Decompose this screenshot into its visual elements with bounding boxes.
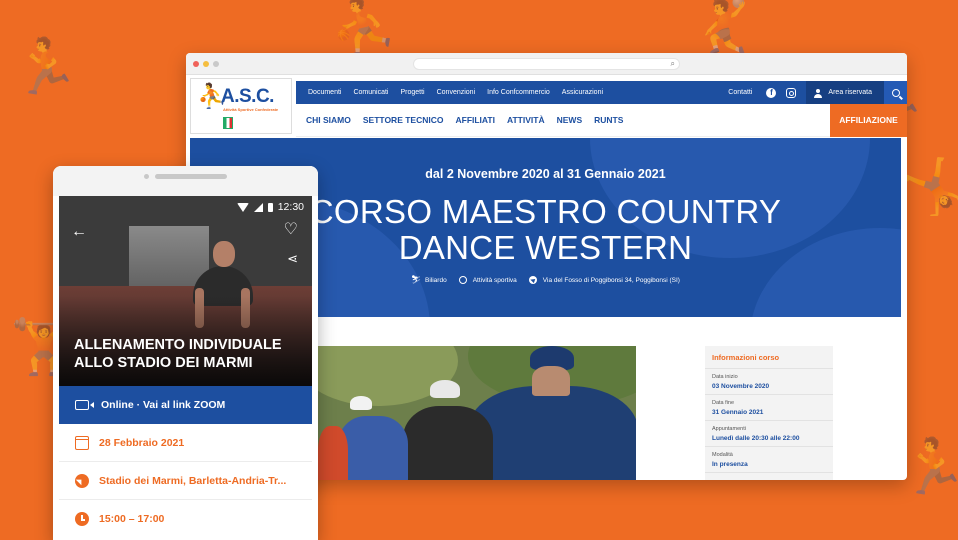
info-label: Data inizio (712, 374, 738, 380)
info-label: Appuntamenti (712, 426, 746, 432)
minimize-window-dot[interactable] (203, 60, 209, 67)
event-date: 28 Febbraio 2021 (99, 436, 185, 449)
top-nav-convenzioni[interactable]: Convenzioni (437, 89, 476, 96)
cyclist (468, 386, 636, 480)
asc-logo[interactable]: ⛹ A.S.C. Attività Sportive Confederate (190, 78, 292, 134)
close-window-dot[interactable] (193, 60, 199, 67)
info-value: In presenza (712, 461, 748, 468)
runner-silhouette-icon: 🏃 (900, 437, 958, 497)
ball-icon (458, 276, 467, 284)
cyclist-face (532, 366, 570, 396)
meta-type-label: Attività sportiva (472, 276, 517, 284)
online-zoom-link[interactable]: Online · Vai al link ZOOM (59, 386, 312, 424)
info-label: Data fine (712, 400, 735, 406)
italian-flag-icon (223, 117, 233, 129)
event-place-row[interactable]: Stadio dei Marmi, Barletta-Andria-Tr... (59, 462, 312, 500)
meta-location[interactable]: Via del Fosso di Poggibonsi 34, Poggibon… (528, 276, 680, 284)
event-place: Stadio dei Marmi, Barletta-Andria-Tr... (99, 474, 287, 487)
online-label: Online · Vai al link ZOOM (101, 399, 226, 411)
navigation-icon (75, 473, 89, 488)
maximize-window-dot[interactable] (213, 60, 219, 67)
phone-camera (144, 174, 149, 179)
search-button[interactable] (884, 81, 907, 104)
main-nav: CHI SIAMO SETTORE TECNICO AFFILIATI ATTI… (296, 103, 907, 137)
info-row: Data inizio 03 Novembre 2020 (705, 369, 833, 395)
top-nav: Documenti Comunicati Progetti Convenzion… (296, 81, 907, 104)
main-nav-news[interactable]: NEWS (557, 115, 583, 125)
info-value: 03 Novembre 2020 (712, 383, 770, 390)
affiliazione-button[interactable]: AFFILIAZIONE (830, 103, 907, 137)
area-riservata-label: Area riservata (828, 89, 872, 96)
status-time: 12:30 (277, 201, 304, 213)
cyclist (338, 416, 408, 480)
instagram-icon (786, 87, 797, 98)
info-row: Data fine 31 Gennaio 2021 (705, 395, 833, 421)
user-icon (814, 88, 823, 98)
event-date-row: 28 Febbraio 2021 (59, 424, 312, 462)
athlete-silhouette-icon: 🤸 (900, 157, 958, 217)
athlete-silhouette-icon: 🤾 (690, 0, 758, 57)
athlete-head (213, 241, 235, 267)
helmet (350, 396, 372, 410)
info-value: 31 Gennaio 2021 (712, 409, 764, 416)
video-camera-icon (75, 400, 94, 410)
info-row: Modalità In presenza (705, 447, 833, 473)
main-nav-affiliati[interactable]: AFFILIATI (455, 115, 495, 125)
meta-location-label: Via del Fosso di Poggibonsi 34, Poggibon… (542, 276, 680, 284)
contatti-link[interactable]: Contatti (728, 89, 752, 96)
event-time: 15:00 – 17:00 (99, 513, 165, 525)
runner-silhouette-icon: 🏃 (12, 37, 80, 97)
area-riservata-button[interactable]: Area riservata (806, 81, 884, 104)
meta-sport: ⛷ Biliardo (411, 276, 447, 284)
top-nav-documenti[interactable]: Documenti (308, 89, 341, 96)
address-bar[interactable]: ⌕ (413, 58, 680, 70)
info-row: Appuntamenti Lunedì dalle 20:30 alle 22:… (705, 421, 833, 447)
logo-tagline: Attività Sportive Confederate (223, 107, 279, 112)
main-nav-chi-siamo[interactable]: CHI SIAMO (306, 115, 351, 125)
clock-icon (75, 512, 89, 526)
share-icon[interactable]: ⋖ (287, 252, 298, 265)
info-label: Modalità (712, 452, 733, 458)
battery-icon (267, 202, 273, 212)
top-nav-comunicati[interactable]: Comunicati (353, 89, 388, 96)
browser-chrome: ⌕ (186, 53, 907, 75)
top-nav-info-confcommercio[interactable]: Info Confcommercio (487, 89, 550, 96)
facebook-icon: f (766, 87, 777, 98)
search-icon (891, 88, 900, 97)
status-bar: 12:30 (232, 201, 304, 213)
top-nav-assicurazioni[interactable]: Assicurazioni (562, 89, 603, 96)
main-nav-attivita[interactable]: ATTIVITÀ (507, 115, 545, 125)
logo-name: A.S.C. (221, 86, 274, 107)
site-header: ⛹ A.S.C. Attività Sportive Confederate D… (186, 75, 907, 137)
event-title: ALLENAMENTO INDIVIDUALE ALLO STADIO DEI … (74, 337, 282, 371)
cyclist (403, 406, 493, 480)
back-arrow-icon[interactable]: ← (71, 224, 87, 240)
calendar-icon (75, 435, 89, 450)
search-icon: ⌕ (670, 59, 675, 68)
main-nav-settore-tecnico[interactable]: SETTORE TECNICO (363, 115, 444, 125)
athlete-silhouette-icon: ⛹ (330, 0, 398, 57)
heart-icon[interactable]: ♡ (284, 222, 298, 238)
info-card-title: Informazioni corso (705, 346, 833, 369)
instagram-link[interactable] (786, 87, 797, 98)
mobile-phone-mockup: 12:30 ← ♡ ⋖ ALLENAMENTO INDIVIDUALE ALLO… (53, 166, 318, 540)
wifi-icon (236, 202, 249, 212)
meta-sport-label: Biliardo (425, 276, 447, 284)
phone-speaker (155, 174, 227, 179)
navigation-icon (528, 276, 537, 284)
facebook-link[interactable]: f (766, 87, 777, 98)
main-nav-runts[interactable]: RUNTS (594, 115, 623, 125)
cycling-photo (318, 346, 636, 480)
meta-type: Attività sportiva (458, 276, 517, 284)
info-value: Lunedì dalle 20:30 alle 22:00 (712, 435, 800, 442)
billiard-icon: ⛷ (411, 275, 422, 284)
top-nav-progetti[interactable]: Progetti (400, 89, 424, 96)
event-cover-image: 12:30 ← ♡ ⋖ ALLENAMENTO INDIVIDUALE ALLO… (59, 196, 312, 386)
helmet (430, 380, 460, 398)
phone-bezel (53, 166, 318, 196)
signal-icon (253, 202, 263, 212)
course-info-card: Informazioni corso Data inizio 03 Novemb… (705, 346, 833, 480)
cyclist (318, 426, 348, 480)
event-time-row: 15:00 – 17:00 (59, 500, 312, 538)
